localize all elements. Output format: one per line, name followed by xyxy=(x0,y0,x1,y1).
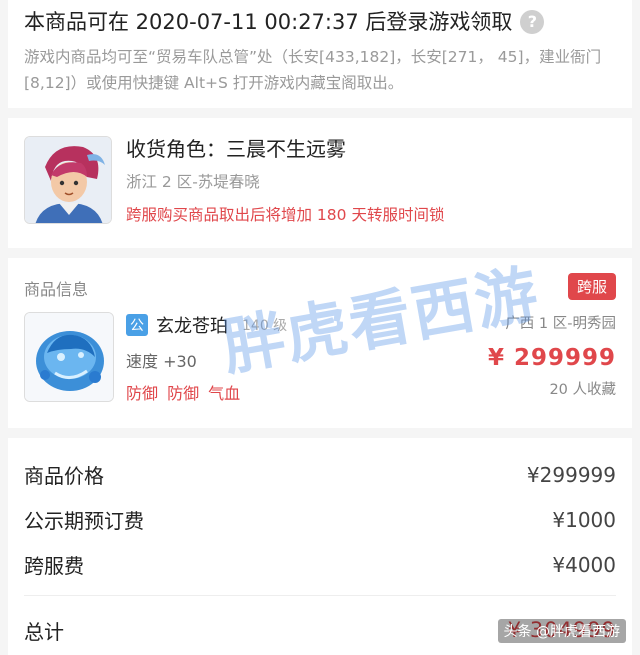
total-label: 总计 xyxy=(24,619,64,644)
fee-value: ¥1000 xyxy=(552,507,616,532)
receiver-name: 收货角色：三晨不生远雾 xyxy=(126,137,346,161)
notice-description: 游戏内商品均可至“贸易车队总管”处（长安[433,182]，长安[271， 45… xyxy=(24,48,602,92)
item-image xyxy=(24,312,114,402)
notice-title-row: 本商品可在 2020-07-11 00:27:37 后登录游戏领取 ? xyxy=(24,4,616,40)
fee-label: 跨服费 xyxy=(24,554,84,578)
receiver-section: 收货角色：三晨不生远雾 浙江 2 区-苏堤春晓 跨服购买商品取出后将增加 180… xyxy=(8,118,632,248)
goods-right-info: 广西 1 区-明秀园 ¥ 299999 20 人收藏 xyxy=(488,312,616,400)
goods-header: 商品信息 跨服 xyxy=(24,272,616,300)
goods-server: 广西 1 区-明秀园 xyxy=(505,316,616,332)
fee-label: 商品价格 xyxy=(24,464,104,488)
goods-header-label: 商品信息 xyxy=(24,280,89,299)
source-credit: 头条 @胖虎看西游 xyxy=(497,619,626,643)
goods-price: ¥ 299999 xyxy=(487,345,616,371)
notice-title: 本商品可在 2020-07-11 00:27:37 后登录游戏领取 xyxy=(24,10,513,34)
item-name: 玄龙苍珀 xyxy=(156,316,228,337)
fee-row-cross-server: 跨服费 ¥4000 xyxy=(24,542,616,587)
receiver-server: 浙江 2 区-苏堤春晓 xyxy=(126,173,260,191)
goods-item-row[interactable]: 公 玄龙苍珀 140 级 速度 +30 防御 防御 气血 广西 1 区-明秀园 … xyxy=(24,312,616,404)
help-icon[interactable]: ? xyxy=(520,10,545,34)
divider xyxy=(24,595,616,596)
cross-server-badge: 跨服 xyxy=(567,272,616,300)
notice-section: 本商品可在 2020-07-11 00:27:37 后登录游戏领取 ? 游戏内商… xyxy=(8,0,632,108)
goods-favorites: 20 人收藏 xyxy=(549,382,616,398)
item-title: 公 玄龙苍珀 140 级 xyxy=(126,312,287,338)
fee-label: 公示期预订费 xyxy=(24,509,144,533)
fee-value: ¥4000 xyxy=(552,552,616,577)
fee-row-deposit: 公示期预订费 ¥1000 xyxy=(24,497,616,542)
public-badge: 公 xyxy=(126,314,148,336)
goods-section: 商品信息 跨服 公 玄龙苍珀 140 级 速度 +30 防御 防御 气血 广西 … xyxy=(8,258,632,428)
character-avatar xyxy=(24,136,112,224)
item-level: 140 级 xyxy=(242,318,288,334)
item-info: 公 玄龙苍珀 140 级 速度 +30 防御 防御 气血 xyxy=(126,312,287,404)
item-speed: 速度 +30 xyxy=(126,352,197,371)
receiver-info: 收货角色：三晨不生远雾 浙江 2 区-苏堤春晓 跨服购买商品取出后将增加 180… xyxy=(126,132,444,234)
cross-server-warning: 跨服购买商品取出后将增加 180 天转服时间锁 xyxy=(126,206,445,224)
fee-value: ¥299999 xyxy=(526,462,616,487)
fee-row-price: 商品价格 ¥299999 xyxy=(24,452,616,497)
item-stats: 防御 防御 气血 xyxy=(126,384,241,403)
